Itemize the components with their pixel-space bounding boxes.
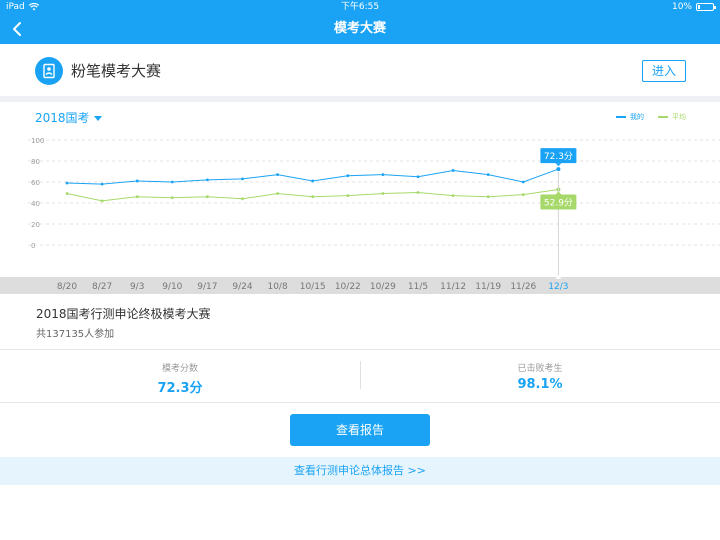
data-point (241, 197, 244, 201)
data-point (241, 177, 244, 181)
score-stat: 模考分数 72.3分 (0, 351, 360, 403)
callout-mine-label: 72.3分 (544, 151, 573, 162)
data-point (451, 169, 455, 172)
x-tick-label: 8/27 (92, 282, 112, 292)
score-line-chart: 0 20 40 60 80 100 72.3分 52.9分 8/20 8/27 9/3 9/10 9/1… (28, 137, 720, 292)
callout-average-label: 52.9分 (544, 197, 573, 208)
view-report-button[interactable]: 查看报告 (290, 414, 430, 446)
x-tick-label: 11/19 (475, 282, 501, 292)
data-point (276, 173, 279, 177)
data-point (135, 195, 139, 199)
data-point (276, 192, 279, 195)
data-point (346, 194, 350, 198)
contest-header: 粉笔模考大赛 进入 (0, 44, 720, 96)
x-tick-label: 9/24 (232, 282, 252, 292)
overall-report-link[interactable]: 查看行测申论总体报告 >> (0, 457, 720, 485)
x-tick-label: 9/10 (162, 282, 182, 292)
data-point (206, 195, 209, 199)
x-tick-label: 11/12 (440, 282, 466, 292)
status-time: 下午6:55 (340, 2, 380, 12)
data-point (346, 174, 350, 178)
contest-logo-icon (35, 57, 63, 85)
nav-bar: 模考大赛 (0, 14, 720, 44)
participant-count: 共137135人参加 (36, 329, 115, 340)
y-tick-label: 20 (31, 221, 40, 229)
contest-name: 粉笔模考大赛 (71, 62, 162, 80)
data-point (135, 179, 139, 183)
data-point (170, 180, 174, 184)
data-point (381, 173, 385, 177)
callout-average-pointer (555, 191, 562, 195)
x-tick-label: 11/26 (510, 282, 536, 292)
data-point (311, 195, 315, 199)
data-point (416, 175, 420, 179)
score-label: 模考分数 (161, 364, 198, 374)
data-point (170, 196, 174, 200)
data-point (451, 194, 455, 198)
x-tick-label: 9/17 (197, 282, 217, 292)
exam-title: 2018国考行测申论终极模考大赛 (36, 307, 211, 321)
y-tick-label: 100 (31, 137, 44, 145)
selected-tick-indicator (555, 275, 562, 279)
data-point (206, 178, 209, 182)
beat-label: 已击败考生 (517, 364, 563, 374)
beat-value: 98.1% (517, 377, 563, 392)
y-tick-label: 80 (31, 158, 40, 166)
data-point (65, 181, 69, 185)
data-point (100, 199, 104, 203)
status-bar: iPad 下午6:55 10% (0, 0, 720, 14)
y-tick-label: 0 (31, 242, 35, 250)
data-point (486, 195, 490, 199)
data-point (486, 173, 490, 177)
data-point (65, 192, 69, 195)
enter-button[interactable]: 进入 (642, 60, 686, 82)
x-tick-label: 10/29 (370, 282, 396, 292)
x-tick-label: 10/8 (267, 282, 287, 292)
x-tick-label: 8/20 (57, 282, 77, 292)
x-tick-label: 10/22 (335, 282, 361, 292)
score-stats: 模考分数 72.3分 已击败考生 98.1% (0, 351, 720, 403)
score-value: 72.3分 (157, 381, 203, 396)
battery-percent: 10% (671, 2, 692, 12)
data-point (311, 179, 315, 183)
data-point (381, 192, 385, 195)
exam-info: 2018国考行测申论终极模考大赛 共137135人参加 (0, 294, 720, 350)
page-title: 模考大赛 (333, 21, 386, 36)
callout-mine-pointer (555, 163, 562, 167)
x-tick-label: 10/15 (300, 282, 326, 292)
data-point (521, 193, 525, 196)
data-point (416, 191, 420, 194)
y-tick-label: 40 (31, 200, 40, 208)
x-tick-label: 9/3 (130, 282, 144, 292)
beat-stat: 已击败考生 98.1% (360, 351, 720, 403)
data-point (521, 180, 525, 184)
data-point (100, 182, 104, 186)
x-tick-label: 12/3 (548, 282, 568, 292)
data-point (556, 167, 561, 172)
series-line-average (66, 188, 559, 202)
y-tick-label: 60 (31, 179, 40, 187)
battery-icon (696, 3, 716, 11)
x-tick-label: 11/5 (408, 282, 428, 292)
